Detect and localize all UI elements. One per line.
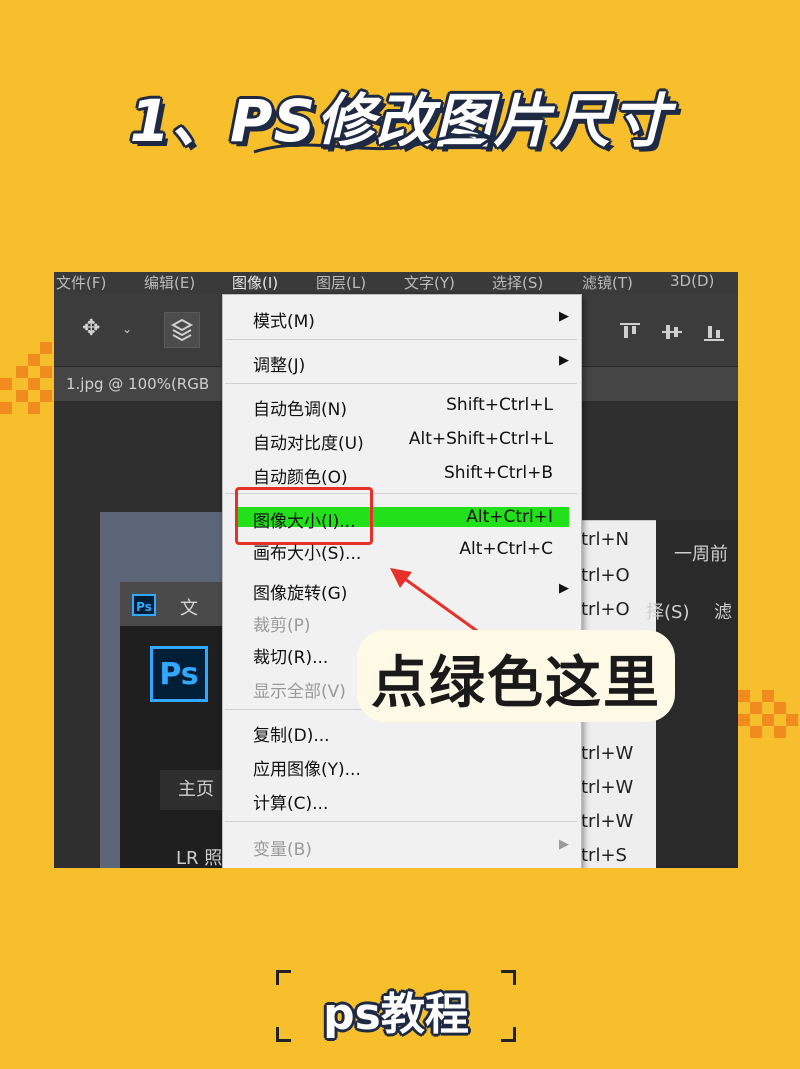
menu-item-auto-color[interactable]: 自动颜色(O) (253, 463, 348, 488)
recent-label: 一周前 (674, 544, 728, 565)
menu-item-trim[interactable]: 裁切(R)... (253, 643, 328, 668)
submenu-shortcut: trl+N (581, 529, 630, 550)
menu-item-duplicate[interactable]: 复制(D)... (253, 721, 330, 746)
footer-label: ps教程 (323, 989, 469, 1040)
chevron-down-icon[interactable]: ⌄ (122, 322, 132, 336)
menu-item-crop[interactable]: 裁剪(P) (253, 611, 311, 636)
submenu-shortcut: trl+O (581, 599, 630, 620)
align-middle-icon[interactable] (660, 320, 684, 344)
submenu-shortcut: trl+W (581, 777, 634, 798)
ps-big-logo-icon: Ps (150, 646, 208, 702)
menu-type[interactable]: 文字(Y) (404, 272, 455, 293)
menu-separator (225, 339, 577, 340)
menu-item-auto-tone[interactable]: 自动色调(N) (253, 395, 347, 420)
red-highlight-box (235, 487, 373, 545)
shortcut-image-size: Alt+Ctrl+I (466, 507, 553, 527)
submenu-arrow-icon: ▶ (559, 837, 569, 852)
submenu-shortcut: trl+S (581, 845, 627, 866)
menu-item-canvas-size[interactable]: 画布大小(S)... (253, 539, 361, 564)
menu-item-apply-image[interactable]: 应用图像(Y)... (253, 755, 361, 780)
ps-menubar: 文件(F) 编辑(E) 图像(I) 图层(L) 文字(Y) 选择(S) 滤镜(T… (54, 272, 738, 294)
callout-text: 点绿色这里 (371, 651, 661, 716)
move-tool-icon[interactable]: ✥ (82, 316, 100, 341)
menu-item-auto-contrast[interactable]: 自动对比度(U) (253, 429, 364, 454)
menu-item-image-rotation[interactable]: 图像旋转(G) (253, 579, 347, 604)
heading-underline-swoosh (253, 130, 496, 154)
ps-small-logo-icon: Ps (132, 594, 156, 616)
submenu-shortcut: trl+W (581, 811, 634, 832)
submenu-shortcut: trl+O (581, 565, 630, 586)
menu-edit[interactable]: 编辑(E) (144, 272, 195, 293)
submenu-arrow-icon: ▶ (559, 309, 569, 324)
submenu-arrow-icon: ▶ (559, 353, 569, 368)
layers-icon (170, 318, 194, 342)
callout-sticker: 点绿色这里 (357, 630, 675, 722)
menu-3d[interactable]: 3D(D) (670, 272, 714, 290)
menu-item-variables[interactable]: 变量(B) (253, 835, 312, 860)
menu-item-calculations[interactable]: 计算(C)... (253, 789, 328, 814)
footer-label-frame: ps教程 (276, 970, 516, 1042)
shortcut-auto-contrast: Alt+Shift+Ctrl+L (408, 429, 553, 449)
submenu-arrow-icon: ▶ (559, 581, 569, 596)
align-top-icon[interactable] (618, 320, 642, 344)
menu-image[interactable]: 图像(I) (232, 272, 278, 293)
lr-label: LR 照 (176, 848, 223, 868)
shortcut-auto-color: Shift+Ctrl+B (443, 463, 553, 483)
select-menu-label[interactable]: 择(S) (646, 598, 689, 624)
menu-item-reveal-all[interactable]: 显示全部(V) (253, 677, 346, 702)
menu-item-adjustments[interactable]: 调整(J) (253, 351, 305, 376)
shortcut-canvas-size: Alt+Ctrl+C (459, 539, 553, 559)
document-tab-title: 1.jpg @ 100%(RGB (66, 375, 210, 393)
menu-select[interactable]: 选择(S) (492, 272, 543, 293)
menu-separator (225, 383, 577, 384)
menu-filter[interactable]: 滤镜(T) (582, 272, 633, 293)
layer-select-button[interactable] (164, 312, 200, 348)
menu-file[interactable]: 文件(F) (56, 272, 106, 293)
background-file-menu[interactable]: 文 (180, 594, 198, 620)
menu-separator (225, 821, 577, 822)
shortcut-auto-tone: Shift+Ctrl+L (446, 395, 553, 415)
align-bottom-icon[interactable] (702, 320, 726, 344)
menu-item-mode[interactable]: 模式(M) (253, 307, 315, 332)
filter-menu-label[interactable]: 滤 (714, 598, 732, 624)
submenu-shortcut: trl+W (581, 743, 634, 764)
menu-layer[interactable]: 图层(L) (316, 272, 366, 293)
photoshop-screenshot: 文件(F) 编辑(E) 图像(I) 图层(L) 文字(Y) 选择(S) 滤镜(T… (54, 272, 738, 868)
